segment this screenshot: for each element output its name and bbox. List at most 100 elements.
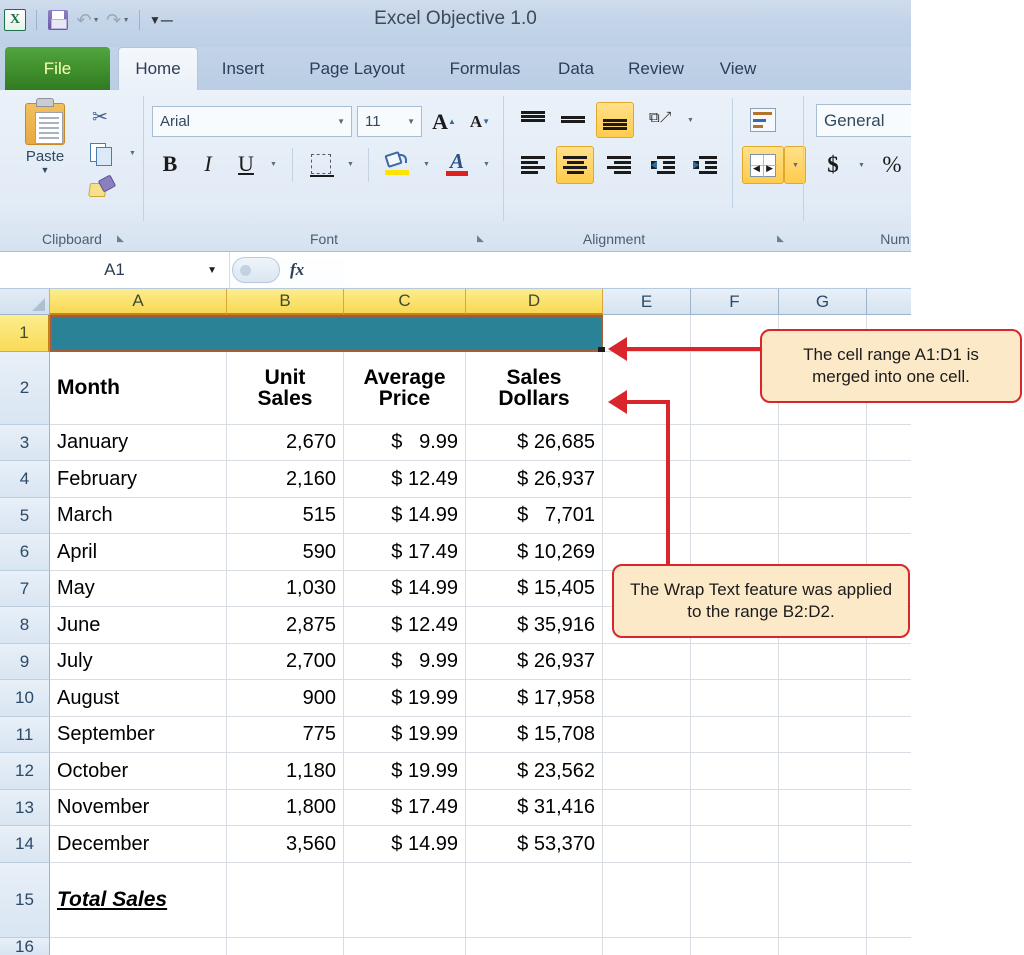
cell-B3[interactable]: 2,670 [227,425,344,461]
cell-D10[interactable]: $ 17,958 [466,680,603,717]
borders-dropdown-icon[interactable]: ▼ [340,148,360,180]
cell-D12[interactable]: $ 23,562 [466,753,603,790]
orientation-button[interactable]: ⧉↗ [644,104,678,136]
fill-color-button[interactable] [380,148,414,180]
row-header-13[interactable]: 13 [0,790,50,826]
cell-E2[interactable] [603,352,691,425]
cell-F9[interactable] [691,644,779,680]
tab-formulas[interactable]: Formulas [432,47,538,90]
merged-cell-A1-D1[interactable] [50,315,603,352]
cell-D5[interactable]: $ 7,701 [466,498,603,534]
column-header-h[interactable] [867,289,911,315]
cell-A9[interactable]: July [50,644,227,680]
cell-C7[interactable]: $ 14.99 [344,571,466,607]
font-size-input[interactable]: 11 ▼ [357,106,422,137]
cell-C4[interactable]: $ 12.49 [344,461,466,498]
cell-F13[interactable] [691,790,779,826]
column-header-f[interactable]: F [691,289,779,315]
cell-D6[interactable]: $ 10,269 [466,534,603,571]
tab-view[interactable]: View [706,47,770,90]
orientation-dropdown-icon[interactable]: ▼ [680,104,700,136]
name-box[interactable]: A1 ▼ [0,252,230,288]
cell-C2[interactable]: Average Price [344,352,466,425]
row-header-3[interactable]: 3 [0,425,50,461]
copy-button[interactable] [84,138,116,168]
cell-H9[interactable] [867,644,911,680]
cell-H14[interactable] [867,826,911,863]
row-header-5[interactable]: 5 [0,498,50,534]
cell-C8[interactable]: $ 12.49 [344,607,466,644]
cell-E3[interactable] [603,425,691,461]
cell-B13[interactable]: 1,800 [227,790,344,826]
underline-dropdown-icon[interactable]: ▼ [263,148,283,180]
cell-D11[interactable]: $ 15,708 [466,717,603,753]
row-header-6[interactable]: 6 [0,534,50,571]
cell-B12[interactable]: 1,180 [227,753,344,790]
cell-E4[interactable] [603,461,691,498]
cell-B10[interactable]: 900 [227,680,344,717]
select-all-corner[interactable] [0,289,50,315]
tab-review[interactable]: Review [615,47,697,90]
column-header-g[interactable]: G [779,289,867,315]
cell-B7[interactable]: 1,030 [227,571,344,607]
cell-C11[interactable]: $ 19.99 [344,717,466,753]
insert-function-icon[interactable]: fx [290,260,304,280]
cell-G11[interactable] [779,717,867,753]
cut-button[interactable]: ✂ [84,102,116,132]
cell-E13[interactable] [603,790,691,826]
cell-A7[interactable]: May [50,571,227,607]
row-header-15[interactable]: 15 [0,863,50,938]
cell-D4[interactable]: $ 26,937 [466,461,603,498]
cell-D7[interactable]: $ 15,405 [466,571,603,607]
row-header-2[interactable]: 2 [0,352,50,425]
shrink-font-button[interactable]: A ▼ [464,106,496,137]
cell-B11[interactable]: 775 [227,717,344,753]
cell-H16[interactable] [867,938,911,955]
column-header-e[interactable]: E [603,289,691,315]
cell-A4[interactable]: February [50,461,227,498]
align-right-button[interactable] [602,148,636,182]
fill-color-dropdown-icon[interactable]: ▼ [416,148,436,180]
cell-C12[interactable]: $ 19.99 [344,753,466,790]
cell-H13[interactable] [867,790,911,826]
cell-E11[interactable] [603,717,691,753]
cell-A13[interactable]: November [50,790,227,826]
tab-page-layout[interactable]: Page Layout [288,47,426,90]
cell-C9[interactable]: $ 9.99 [344,644,466,680]
font-size-dropdown-icon[interactable]: ▼ [407,117,415,126]
column-header-b[interactable]: B [227,289,344,315]
cell-A12[interactable]: October [50,753,227,790]
name-box-dropdown-icon[interactable]: ▼ [207,265,217,276]
cell-H12[interactable] [867,753,911,790]
row-header-16[interactable]: 16 [0,937,50,955]
underline-button[interactable]: U [230,148,262,180]
align-left-button[interactable] [516,148,550,182]
tab-insert[interactable]: Insert [205,47,281,90]
cell-G14[interactable] [779,826,867,863]
cell-A14[interactable]: December [50,826,227,863]
grow-font-button[interactable]: A ▲ [428,106,460,137]
cell-F15[interactable] [691,863,779,938]
cell-C16[interactable] [344,938,466,955]
row-header-8[interactable]: 8 [0,607,50,644]
font-color-button[interactable]: A [440,148,474,180]
cell-D3[interactable]: $ 26,685 [466,425,603,461]
font-name-input[interactable]: Arial ▼ [152,106,352,137]
cell-B5[interactable]: 515 [227,498,344,534]
cell-G13[interactable] [779,790,867,826]
cell-A11[interactable]: September [50,717,227,753]
cell-D9[interactable]: $ 26,937 [466,644,603,680]
accounting-dropdown-icon[interactable]: ▼ [850,148,872,182]
row-header-14[interactable]: 14 [0,826,50,863]
cell-B6[interactable]: 590 [227,534,344,571]
font-name-dropdown-icon[interactable]: ▼ [337,117,345,126]
cell-H10[interactable] [867,680,911,717]
increase-indent-button[interactable] [688,148,722,182]
cell-G16[interactable] [779,938,867,955]
middle-align-button[interactable] [556,104,590,136]
cell-C15[interactable] [344,863,466,938]
cell-D14[interactable]: $ 53,370 [466,826,603,863]
cell-H3[interactable] [867,425,911,461]
cell-B2[interactable]: Unit Sales [227,352,344,425]
font-color-dropdown-icon[interactable]: ▼ [476,148,496,180]
